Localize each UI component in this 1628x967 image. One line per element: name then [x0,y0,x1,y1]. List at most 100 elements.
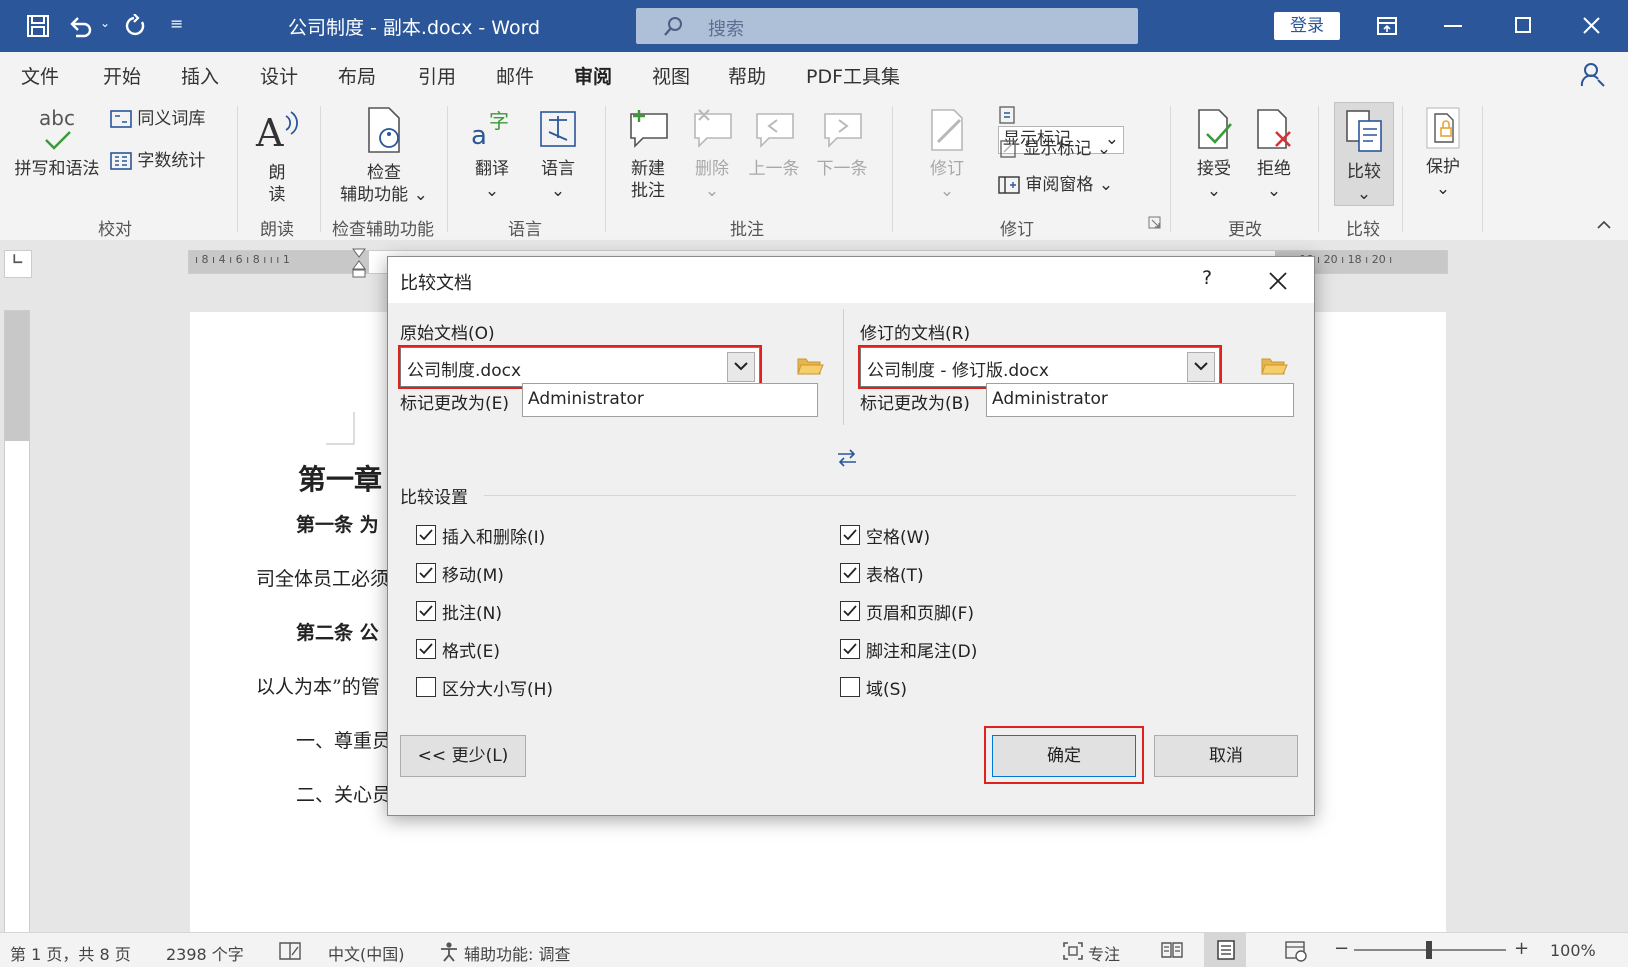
next-comment-label: 下一条 [816,159,868,179]
accept-button[interactable]: 接受 ⌄ [1186,106,1242,202]
checkbox-comments[interactable] [416,601,436,621]
dialog-close-icon[interactable] [1268,271,1288,291]
compare-button[interactable]: 比较 ⌄ [1334,102,1394,206]
tab-stop-selector[interactable]: ∟ [4,250,32,278]
tab-design[interactable]: 设计 [260,62,298,89]
previous-comment-button[interactable]: 上一条 [744,106,804,180]
thesaurus-button[interactable]: 同义词库 [110,108,220,130]
cancel-button[interactable]: 取消 [1154,735,1298,777]
accessibility-status[interactable]: 辅助功能: 调查 [464,941,570,965]
checkmark-icon [843,605,857,617]
less-button[interactable]: << 更少(L) [400,735,526,777]
accessibility-icon[interactable] [438,941,460,963]
protect-button[interactable]: 保护 ⌄ [1416,102,1470,200]
show-markup-label: 显示标记 [1023,139,1092,159]
spelling-grammar-button[interactable]: abc 拼写和语法 [12,106,102,180]
tab-file[interactable]: 文件 [21,62,59,89]
reviewing-pane-label: 审阅窗格 [1025,175,1094,195]
zoom-level[interactable]: 100% [1550,941,1596,960]
tab-layout[interactable]: 布局 [338,62,376,89]
zoom-slider-thumb[interactable] [1426,941,1432,959]
indent-marker-icon[interactable] [351,247,367,279]
tab-mailings[interactable]: 邮件 [496,62,534,89]
page-corner-mark [326,412,355,445]
checkbox-white-space[interactable] [840,525,860,545]
new-comment-button[interactable]: 新建 批注 [620,106,676,202]
next-comment-button[interactable]: 下一条 [810,106,874,180]
proofing-status-icon[interactable] [278,941,302,961]
checkbox-formatting[interactable] [416,639,436,659]
ruler-margin-top [5,311,29,441]
show-markup-icon [1000,140,1016,158]
read-aloud-button[interactable]: A 朗 读 [252,106,302,206]
word-count[interactable]: 2398 个字 [166,941,244,965]
vertical-ruler[interactable] [4,310,30,934]
read-mode-icon[interactable] [1160,940,1184,960]
tab-references[interactable]: 引用 [418,62,456,89]
checkbox-moves[interactable] [416,563,436,583]
original-browse-folder-icon[interactable] [796,355,824,377]
zoom-out-icon[interactable]: − [1334,938,1349,959]
language-status[interactable]: 中文(中国) [328,941,405,965]
web-layout-icon[interactable] [1284,940,1308,962]
reject-button[interactable]: 拒绝 ⌄ [1246,106,1302,202]
undo-dropdown-icon[interactable]: ⌄ [100,16,110,30]
close-icon[interactable] [1582,16,1602,36]
delete-comment-button[interactable]: 删除 ⌄ [684,106,740,202]
tab-home[interactable]: 开始 [103,62,141,89]
dialog-launcher-icon[interactable] [1148,216,1162,230]
option-comments-label: 批注(N) [442,604,502,624]
redo-icon[interactable] [124,14,148,38]
show-markup-button[interactable]: 显示标记 ⌄ [998,138,1128,160]
print-layout-button[interactable] [1204,933,1246,967]
mark-changes-right-label: 标记更改为(B) [860,394,970,414]
word-count-button[interactable]: 字数统计 [110,150,220,172]
language-label: 语言 [541,159,575,179]
revised-browse-folder-icon[interactable] [1260,355,1288,377]
save-icon[interactable] [26,14,50,38]
check-accessibility-button[interactable]: 检查 辅助功能 ⌄ [334,106,434,206]
mark-changes-right-input[interactable]: Administrator [986,383,1294,417]
mark-changes-left-input[interactable]: Administrator [522,383,818,417]
search-box[interactable]: 搜索 [636,8,1138,44]
tab-view[interactable]: 视图 [652,62,690,89]
zoom-in-icon[interactable]: + [1514,938,1529,959]
language-icon [540,111,576,147]
maximize-icon[interactable] [1514,16,1534,36]
swap-documents-icon[interactable] [836,447,858,469]
protect-icon [1426,107,1460,149]
checkbox-case-changes[interactable] [416,677,436,697]
tab-review[interactable]: 审阅 [574,62,613,101]
share-user-icon[interactable] [1580,62,1606,88]
checkbox-insertions-deletions[interactable] [416,525,436,545]
translate-button[interactable]: a字 翻译 ⌄ [462,106,522,202]
reviewing-pane-button[interactable]: 审阅窗格 ⌄ [998,174,1138,196]
login-button[interactable]: 登录 [1274,12,1340,40]
tab-help[interactable]: 帮助 [728,62,766,89]
checkbox-fields[interactable] [840,677,860,697]
chevron-down-icon: ⌄ [1266,181,1282,201]
focus-label[interactable]: 专注 [1088,941,1120,965]
language-button[interactable]: 语言 ⌄ [528,106,588,202]
ruler-ticks-left: ı 8 ı 4 ı 6 ı 8 ı ı ı 1 [195,253,290,266]
page-count[interactable]: 第 1 页，共 8 页 [10,941,131,965]
help-button[interactable]: ? [1202,267,1212,289]
tab-pdf-tools[interactable]: PDF工具集 [806,62,900,89]
track-changes-icon [931,109,963,151]
checkbox-tables[interactable] [840,563,860,583]
checkmark-icon [419,605,433,617]
ribbon-separator [1170,106,1171,232]
customize-quick-access-icon[interactable]: ≡ [170,14,183,33]
checkbox-headers-footers[interactable] [840,601,860,621]
checkbox-footnotes-endnotes[interactable] [840,639,860,659]
track-changes-button[interactable]: 修订 ⌄ [920,106,974,202]
group-language-label: 语言 [508,220,542,240]
ribbon-display-options-icon[interactable] [1376,15,1398,37]
collapse-ribbon-icon[interactable] [1596,218,1612,230]
undo-icon[interactable] [68,14,94,38]
minimize-icon[interactable] [1444,24,1464,28]
focus-mode-icon[interactable] [1062,941,1084,961]
tab-insert[interactable]: 插入 [181,62,219,89]
svg-text:字: 字 [489,109,509,133]
ribbon-separator [1482,106,1483,232]
